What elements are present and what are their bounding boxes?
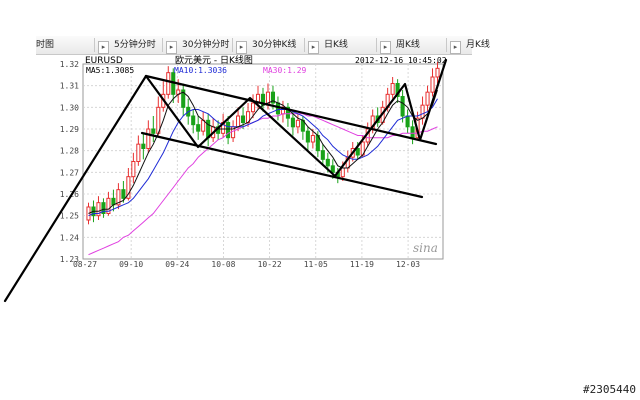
ma10-label: MA10:1.3036 [174,66,227,75]
ma30-label: MA30:1.29 [263,66,307,75]
y-tick-label: 1.27 [60,168,79,177]
candle-body [166,72,171,95]
candle-body [305,130,310,143]
candle-body [400,96,405,117]
y-tick-label: 1.24 [60,233,79,242]
candle-body [275,102,281,115]
candle-body [196,124,201,132]
x-axis-ticks: 08-27 09-10 09-24 10-08 10-22 11-05 11-19 12-03 [73,260,420,269]
x-tick-label: 08-27 [73,260,97,269]
sina-logo: sina [413,241,438,255]
x-tick-label: 10-08 [211,260,235,269]
kline-chart: 1.231.241.251.261.271.281.291.301.311.32… [3,54,448,303]
candle-body [420,104,425,119]
candle-body [131,161,136,178]
x-tick-label: 09-10 [119,260,143,269]
candle-body [146,128,151,149]
candle-body [330,165,335,173]
y-tick-label: 1.30 [60,103,79,112]
y-tick-label: 1.25 [60,212,79,221]
candle-body [325,158,330,167]
candle-body [410,126,415,139]
candle-body [236,115,241,128]
candle-body [425,91,430,106]
candle-body [295,119,300,128]
candle-body [201,119,206,132]
candle-body [226,122,231,139]
candle-body [151,128,156,134]
candle-body [405,115,410,128]
candle-body [250,102,256,113]
symbol-label: EURUSD [85,56,123,66]
candle-body [340,167,345,178]
candle-body [241,115,246,123]
x-tick-label: 11-19 [350,260,374,269]
x-tick-label: 10-22 [258,260,282,269]
candle-body [320,150,325,160]
watermark-id: #2305440 [583,383,636,396]
candle-body [310,135,315,143]
y-tick-label: 1.29 [60,125,79,134]
chart-datetime: 2012-12-16 10:45:02 [355,56,447,65]
ma5-label: MA5:1.3085 [86,66,134,75]
y-tick-label: 1.28 [60,147,79,156]
candle-body [136,143,141,163]
candle-body [191,115,196,126]
y-tick-label: 1.32 [60,60,79,69]
y-tick-label: 1.31 [60,82,79,91]
candle-body [121,189,126,199]
x-tick-label: 09-24 [165,260,189,269]
candle-body [390,83,395,95]
x-tick-label: 11-05 [304,260,328,269]
chart-title: 欧元美元 - 日K线图 [175,54,253,66]
candle-body [430,76,435,93]
candle-body [141,143,146,150]
x-tick-label: 12-03 [396,260,420,269]
y-axis-ticks: 1.231.241.251.261.271.281.291.301.311.32 [60,60,79,264]
candle-body [435,67,440,78]
candle-body [290,117,295,128]
candle-body [355,148,360,156]
